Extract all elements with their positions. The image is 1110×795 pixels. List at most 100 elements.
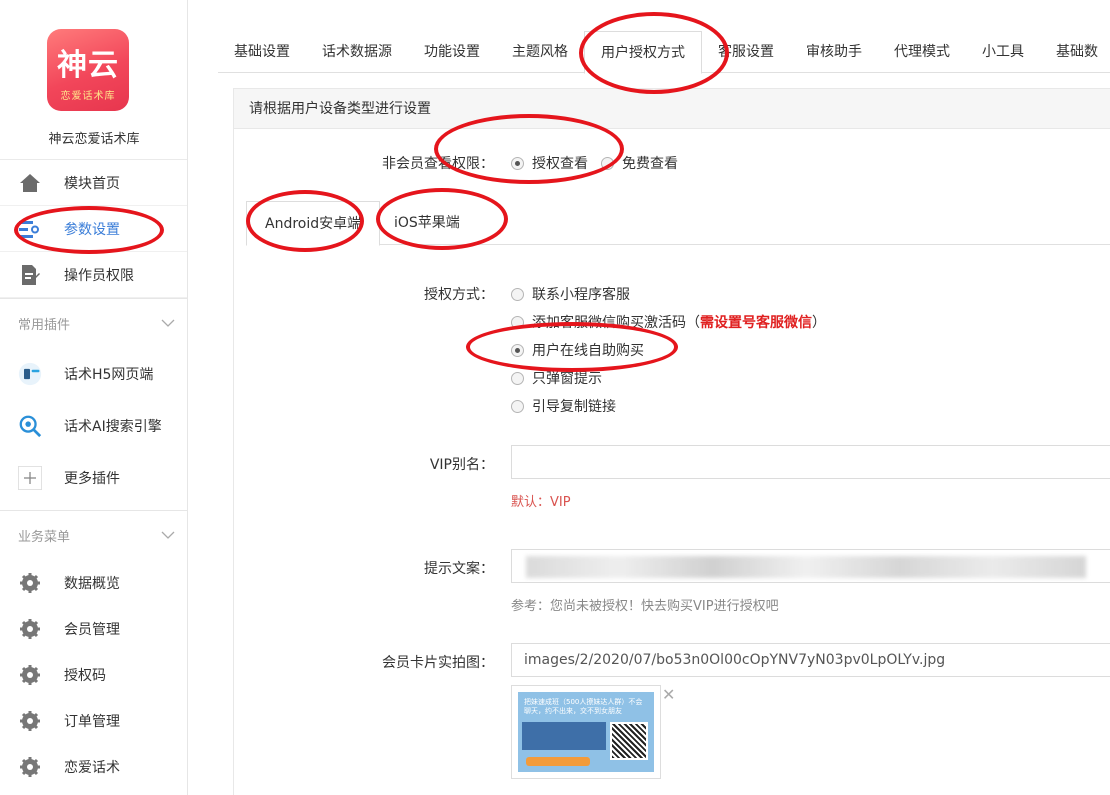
sidebar-item-label: 模块首页 bbox=[64, 175, 120, 192]
tab-basic[interactable]: 基础设置 bbox=[218, 31, 306, 73]
radio-popup-only[interactable]: 只弹窗提示 bbox=[511, 368, 602, 388]
document-edit-icon bbox=[18, 263, 42, 287]
sidebar-item-label: 数据概览 bbox=[64, 576, 120, 592]
section-title: 业务菜单 bbox=[18, 530, 71, 545]
sidebar-item-more-plugins[interactable]: 更多插件 bbox=[0, 452, 187, 504]
logo-main-text: 神云 bbox=[57, 48, 119, 83]
sidebar-item-label: 更多插件 bbox=[64, 471, 120, 487]
tab-review[interactable]: 审核助手 bbox=[790, 31, 878, 73]
auth-method-label: 授权方式： bbox=[424, 287, 494, 303]
sidebar-item-operator[interactable]: 操作员权限 bbox=[0, 252, 187, 298]
main-content: 基础设置 话术数据源 功能设置 主题风格 用户授权方式 客服设置 审核助手 代理… bbox=[188, 0, 1110, 795]
section-plugins[interactable]: 常用插件 bbox=[0, 298, 187, 348]
chevron-down-icon bbox=[161, 528, 175, 543]
sidebar-item-label: 参数设置 bbox=[64, 221, 120, 238]
tab-user-auth[interactable]: 用户授权方式 bbox=[584, 31, 702, 74]
warning-text: 需设置号客服微信 bbox=[700, 315, 812, 331]
sidebar-item-ai-search[interactable]: 话术AI搜索引擎 bbox=[0, 400, 187, 452]
tab-data-source[interactable]: 话术数据源 bbox=[306, 31, 408, 73]
radio-auth-view[interactable]: 授权查看 bbox=[511, 153, 588, 173]
tip-reference-hint: 参考：您尚未被授权！快去购买VIP进行授权吧 bbox=[511, 599, 779, 614]
site-name: 神云恋爱话术库 bbox=[48, 132, 140, 147]
radio-label: 联系小程序客服 bbox=[532, 287, 630, 303]
tip-text-label: 提示文案： bbox=[424, 561, 494, 577]
radio-dot bbox=[511, 343, 524, 357]
qr-code-icon bbox=[610, 722, 648, 760]
sidebar-item-auth-code[interactable]: 授权码 bbox=[0, 652, 187, 698]
card-photo-thumbnail[interactable]: 把妹速成班（500人撩妹达人群）不会聊天，约不出来，交不到女朋友 bbox=[511, 685, 661, 779]
tab-android[interactable]: Android安卓端 bbox=[246, 201, 381, 246]
blurred-text bbox=[526, 556, 1086, 578]
logo-sub-text: 恋爱话术库 bbox=[60, 91, 116, 102]
radio-dot bbox=[601, 156, 614, 170]
sidebar-item-orders[interactable]: 订单管理 bbox=[0, 698, 187, 744]
vip-default-hint: 默认：VIP bbox=[511, 495, 571, 510]
radio-label: 免费查看 bbox=[622, 156, 678, 172]
radio-label: 引导复制链接 bbox=[532, 399, 616, 415]
gear-icon bbox=[18, 709, 42, 733]
h5-plugin-icon bbox=[18, 362, 42, 386]
sidebar-item-label: 授权码 bbox=[64, 668, 106, 684]
sidebar-item-label: 话术AI搜索引擎 bbox=[64, 419, 162, 435]
radio-dot bbox=[511, 315, 524, 329]
sidebar-item-love-talk[interactable]: 恋爱话术 bbox=[0, 744, 187, 790]
plus-icon bbox=[18, 466, 42, 490]
sidebar-item-overview[interactable]: 数据概览 bbox=[0, 560, 187, 606]
section-business[interactable]: 业务菜单 bbox=[0, 510, 187, 560]
sidebar-item-h5[interactable]: 话术H5网页端 bbox=[0, 348, 187, 400]
auth-settings-panel: 请根据用户设备类型进行设置 非会员查看权限： 授权查看 免费查看 Android… bbox=[233, 88, 1110, 795]
radio-self-purchase[interactable]: 用户在线自助购买 bbox=[511, 340, 644, 360]
gear-icon bbox=[18, 755, 42, 779]
radio-label-tail: ） bbox=[812, 315, 826, 331]
radio-wechat-code[interactable]: 添加客服微信购买激活码（ 需设置号客服微信 ） bbox=[511, 312, 826, 332]
close-icon[interactable]: ✕ bbox=[662, 685, 675, 704]
section-title: 常用插件 bbox=[18, 318, 71, 333]
logo-area: 神云 恋爱话术库 神云恋爱话术库 bbox=[0, 0, 187, 160]
chevron-down-icon bbox=[161, 316, 175, 331]
gear-icon bbox=[18, 617, 42, 641]
sidebar-item-params[interactable]: 参数设置 bbox=[0, 206, 187, 252]
card-photo-input[interactable]: images/2/2020/07/bo53n0Ol00cOpYNV7yN03pv… bbox=[511, 643, 1110, 677]
radio-copy-link[interactable]: 引导复制链接 bbox=[511, 396, 616, 416]
gear-icon bbox=[18, 571, 42, 595]
device-tabs: Android安卓端 iOS苹果端 bbox=[246, 201, 1110, 246]
radio-contact-service[interactable]: 联系小程序客服 bbox=[511, 284, 630, 304]
home-icon bbox=[18, 171, 42, 195]
sidebar-item-home[interactable]: 模块首页 bbox=[0, 160, 187, 206]
gear-icon bbox=[18, 663, 42, 687]
app-logo[interactable]: 神云 恋爱话术库 bbox=[47, 29, 129, 111]
tab-basic-2[interactable]: 基础数 bbox=[1040, 31, 1110, 73]
radio-label: 添加客服微信购买激活码（ bbox=[532, 315, 700, 331]
thumbnail-title: 把妹速成班（500人撩妹达人群）不会聊天，约不出来，交不到女朋友 bbox=[524, 698, 643, 715]
tab-agent[interactable]: 代理模式 bbox=[878, 31, 966, 73]
sidebar-item-label: 操作员权限 bbox=[64, 267, 134, 284]
thumbnail-text-block bbox=[522, 722, 606, 750]
radio-free-view[interactable]: 免费查看 bbox=[601, 153, 678, 173]
tab-features[interactable]: 功能设置 bbox=[408, 31, 496, 73]
non-member-label: 非会员查看权限： bbox=[382, 156, 494, 172]
tab-theme[interactable]: 主题风格 bbox=[496, 31, 584, 73]
thumbnail-button bbox=[526, 757, 590, 766]
sidebar-item-label: 订单管理 bbox=[64, 714, 120, 730]
panel-header: 请根据用户设备类型进行设置 bbox=[234, 89, 1110, 129]
tab-ios[interactable]: iOS苹果端 bbox=[376, 201, 478, 245]
radio-dot bbox=[511, 287, 524, 301]
radio-label: 只弹窗提示 bbox=[532, 371, 602, 387]
sidebar-item-label: 恋爱话术 bbox=[64, 760, 120, 776]
settings-list-icon bbox=[18, 217, 42, 241]
radio-dot bbox=[511, 371, 524, 385]
radio-dot bbox=[511, 156, 524, 170]
sidebar: 神云 恋爱话术库 神云恋爱话术库 模块首页 参数设置 操作员权限 常用插件 话术… bbox=[0, 0, 188, 795]
sidebar-item-members[interactable]: 会员管理 bbox=[0, 606, 187, 652]
tab-service[interactable]: 客服设置 bbox=[702, 31, 790, 73]
card-photo-label: 会员卡片实拍图： bbox=[382, 655, 494, 671]
tip-text-input[interactable] bbox=[511, 549, 1110, 583]
vip-alias-input[interactable] bbox=[511, 445, 1110, 479]
radio-label: 授权查看 bbox=[532, 156, 588, 172]
sidebar-item-label: 会员管理 bbox=[64, 622, 120, 638]
tab-tools[interactable]: 小工具 bbox=[966, 31, 1040, 73]
sidebar-item-label: 话术H5网页端 bbox=[64, 367, 154, 383]
settings-tabs: 基础设置 话术数据源 功能设置 主题风格 用户授权方式 客服设置 审核助手 代理… bbox=[218, 31, 1110, 74]
radio-dot bbox=[511, 399, 524, 413]
vip-alias-label: VIP别名： bbox=[429, 457, 494, 473]
